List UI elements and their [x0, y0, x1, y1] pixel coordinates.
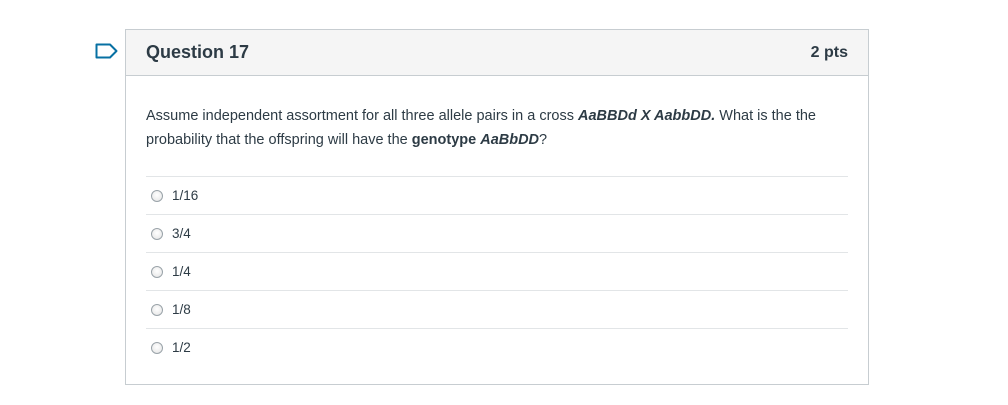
question-text-part3: ? — [539, 132, 548, 148]
question-genotype-value: AaBbDD — [480, 132, 540, 148]
flag-question-icon[interactable] — [95, 43, 119, 59]
question-body: Assume independent assortment for all th… — [126, 76, 868, 366]
radio-button-icon[interactable] — [151, 303, 163, 316]
answer-option-1[interactable]: 1/16 — [146, 177, 848, 215]
answer-label[interactable]: 1/2 — [172, 340, 191, 355]
answer-option-2[interactable]: 3/4 — [146, 215, 848, 253]
question-text-part1: Assume independent assortment for all th… — [146, 108, 578, 124]
radio-button-icon[interactable] — [151, 341, 163, 354]
question-points: 2 pts — [810, 43, 848, 61]
answer-option-3[interactable]: 1/4 — [146, 253, 848, 291]
answer-label[interactable]: 1/4 — [172, 264, 191, 279]
answer-option-5[interactable]: 1/2 — [146, 329, 848, 366]
answer-label[interactable]: 3/4 — [172, 226, 191, 241]
radio-button-icon[interactable] — [151, 265, 163, 278]
question-title: Question 17 — [146, 42, 250, 62]
question-card: Question 17 2 pts Assume independent ass… — [125, 29, 869, 385]
question-cross-expression: AaBBDd X AabbDD. — [578, 108, 716, 124]
radio-button-icon[interactable] — [151, 227, 163, 240]
quiz-page: Question 17 2 pts Assume independent ass… — [0, 0, 1008, 405]
question-header: Question 17 2 pts — [126, 30, 868, 76]
answer-option-4[interactable]: 1/8 — [146, 291, 848, 329]
answer-label[interactable]: 1/16 — [172, 188, 198, 203]
question-genotype-word: genotype — [411, 132, 481, 148]
answer-list: 1/16 3/4 1/4 1/8 1/2 — [146, 176, 848, 366]
question-text: Assume independent assortment for all th… — [146, 104, 848, 152]
radio-button-icon[interactable] — [151, 189, 163, 202]
answer-label[interactable]: 1/8 — [172, 302, 191, 317]
